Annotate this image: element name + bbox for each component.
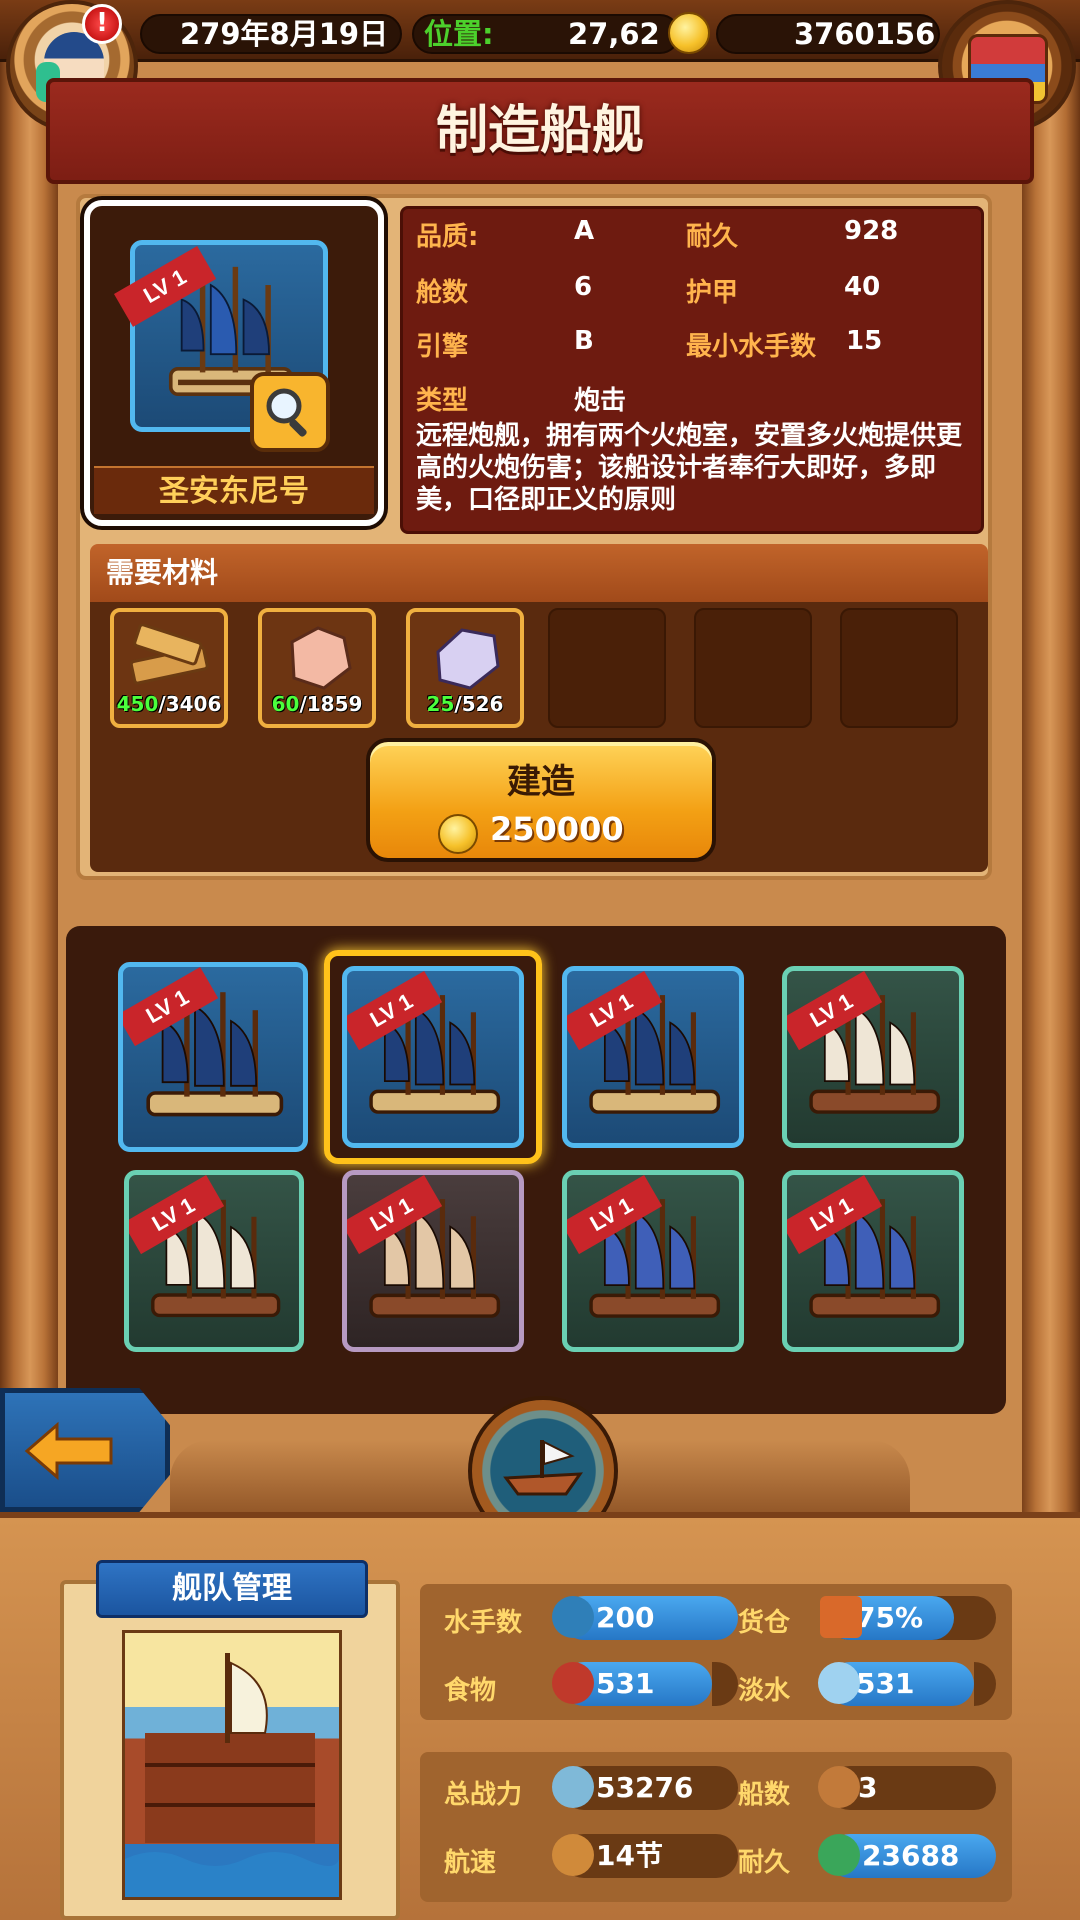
purple-ore-icon (436, 628, 500, 690)
build-button[interactable]: 建造 250000 (366, 738, 716, 862)
material-have: 60 (271, 692, 300, 716)
food-value: 531 (596, 1667, 655, 1700)
build-cost: 250000 (490, 810, 624, 848)
ship-count-icon (818, 1766, 860, 1808)
armor-label: 护甲 (686, 278, 739, 308)
alert-icon[interactable]: ! (82, 4, 122, 44)
meat-icon (552, 1662, 594, 1704)
fleet-durability-label: 耐久 (738, 1848, 791, 1878)
material-slot-wood[interactable]: 450/3406 (110, 608, 228, 728)
pink-ore-icon (290, 626, 352, 690)
ship-grid-tile[interactable]: LV 1 (342, 966, 524, 1148)
title-banner: 制造船舰 (46, 78, 1034, 184)
magnifier-glyph (266, 388, 307, 437)
fleet-durability-value: 23688 (862, 1839, 960, 1872)
wood-icon (129, 624, 209, 685)
ships-label: 船数 (738, 1780, 791, 1810)
position-label: 位置: (424, 17, 494, 51)
arrow-left-icon (24, 1421, 113, 1481)
date-pill: 279年8月19日 (140, 14, 402, 54)
cargo-label: 货仓 (738, 1608, 791, 1638)
water-label: 淡水 (738, 1676, 791, 1706)
ship-grid-tile[interactable]: LV 1 (562, 966, 744, 1148)
durability-value: 928 (844, 216, 899, 246)
fleet-management-label: 舰队管理 (172, 1571, 292, 1606)
quality-label: 品质: (416, 222, 479, 252)
cabins-label: 舱数 (416, 278, 469, 308)
crossed-swords-icon (552, 1766, 594, 1808)
material-have: 25 (426, 692, 455, 716)
ship-grid-tile[interactable]: LV 1 (782, 1170, 964, 1352)
build-label: 建造 (507, 762, 575, 802)
cargo-crate-icon (820, 1596, 862, 1638)
ship-cutaway-icon (125, 1653, 339, 1897)
boat-icon (503, 1440, 583, 1496)
quality-value: A (574, 216, 595, 246)
durability-label: 耐久 (686, 222, 739, 252)
sailor-icon (552, 1596, 594, 1638)
cargo-value: 75% (856, 1601, 924, 1634)
material-slot-empty (694, 608, 812, 728)
armor-value: 40 (844, 272, 881, 302)
water-value: 531 (856, 1667, 915, 1700)
material-need: /3406 (158, 692, 222, 716)
power-label: 总战力 (444, 1780, 523, 1810)
magnify-icon[interactable] (250, 372, 330, 452)
power-value: 53276 (596, 1771, 694, 1804)
min-crew-label: 最小水手数 (686, 332, 817, 362)
material-qty: 450/3406 (114, 692, 224, 716)
type-label: 类型 (416, 386, 469, 416)
ships-value: 3 (858, 1771, 878, 1804)
ship-grid-tile[interactable]: LV 1 (124, 1170, 304, 1352)
ship-hp-icon (818, 1834, 860, 1876)
material-qty: 25/526 (410, 692, 520, 716)
material-have: 450 (116, 692, 159, 716)
engine-value: B (574, 326, 594, 356)
page-title: 制造船舰 (435, 101, 644, 161)
material-qty: 60/1859 (262, 692, 372, 716)
material-slot-pink-ore[interactable]: 60/1859 (258, 608, 376, 728)
food-label: 食物 (444, 1676, 497, 1706)
sailing-speed-icon (552, 1834, 594, 1876)
type-value: 炮击 (574, 386, 627, 416)
material-slot-purple-ore[interactable]: 25/526 (406, 608, 524, 728)
fleet-management-banner[interactable]: 舰队管理 (96, 1560, 368, 1618)
date-text: 279年8月19日 (180, 17, 389, 51)
materials-header: 需要材料 (90, 544, 988, 602)
gold-amount: 3760156 (794, 17, 936, 51)
material-need: /1859 (299, 692, 363, 716)
fleet-ship-image[interactable] (122, 1630, 342, 1900)
speed-label: 航速 (444, 1848, 497, 1878)
gold-coin-icon (668, 12, 710, 54)
position-pill: 位置: 27,62 (412, 14, 680, 54)
material-need: /526 (454, 692, 504, 716)
ship-name: 圣安东尼号 (94, 466, 374, 514)
gold-pill: 3760156 (716, 14, 940, 54)
gold-coin-icon (438, 814, 478, 854)
material-slot-empty (840, 608, 958, 728)
ship-grid-tile[interactable]: LV 1 (562, 1170, 744, 1352)
ship-grid-tile[interactable]: LV 1 (118, 962, 308, 1152)
cabins-value: 6 (574, 272, 593, 302)
ship-description: 远程炮舰，拥有两个火炮室，安置多火炮提供更高的火炮伤害；该船设计者奉行大即好，多… (416, 421, 963, 515)
material-slot-empty (548, 608, 666, 728)
ship-grid-tile[interactable]: LV 1 (782, 966, 964, 1148)
engine-label: 引擎 (416, 332, 469, 362)
min-crew-value: 15 (846, 326, 883, 356)
speed-value: 14节 (596, 1839, 663, 1872)
back-button[interactable] (0, 1388, 170, 1512)
sailors-value: 200 (596, 1601, 655, 1634)
ship-grid-tile[interactable]: LV 1 (342, 1170, 524, 1352)
water-jug-icon (818, 1662, 860, 1704)
position-value: 27,62 (568, 17, 660, 51)
sailors-label: 水手数 (444, 1608, 523, 1638)
